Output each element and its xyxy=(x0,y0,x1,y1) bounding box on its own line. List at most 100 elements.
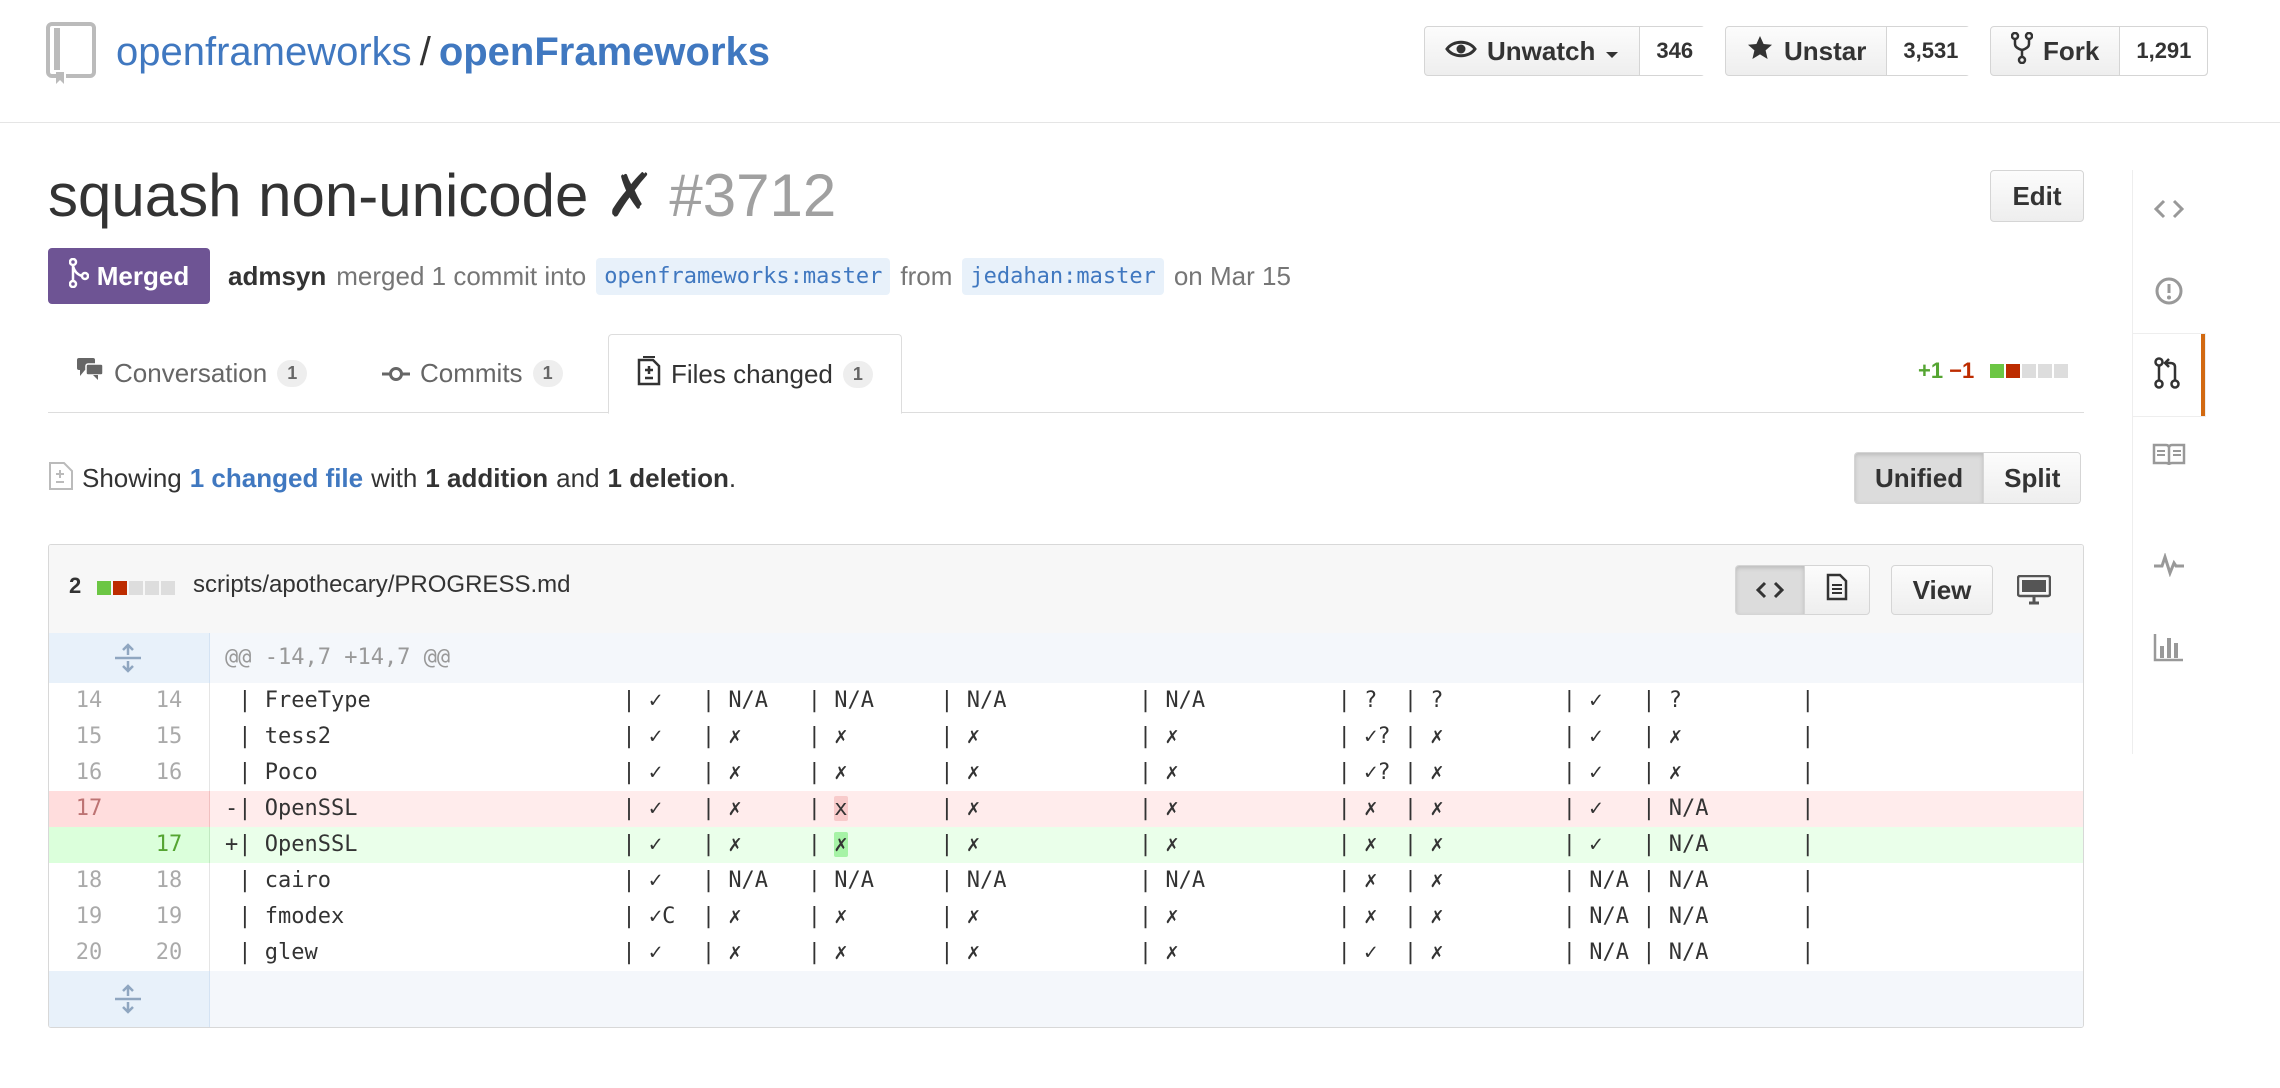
page-title: squash non-unicode ✗ #3712 xyxy=(48,160,836,232)
summary-deletions: 1 deletion xyxy=(607,462,729,493)
rich-view-button[interactable] xyxy=(1804,565,1870,615)
summary-and: and xyxy=(556,462,600,493)
tab-files-changed-label: Files changed xyxy=(671,358,833,389)
new-line-number[interactable]: 17 xyxy=(129,827,209,863)
expand-down-row xyxy=(49,971,2083,1027)
diff-line-code-post: | ✗ | ✗ | ✗ | ✗ | ✓ | N/A | xyxy=(847,796,1815,821)
pull-request-icon xyxy=(2154,356,2180,394)
unified-view-button[interactable]: Unified xyxy=(1855,453,1985,503)
diff-line-code: | Poco | ✓ | ✗ | ✗ | ✗ | ✗ | ✓? | ✗ | ✓ … xyxy=(225,760,1815,785)
old-line-number[interactable]: 20 xyxy=(49,935,129,971)
new-line-number[interactable] xyxy=(129,791,209,827)
head-branch[interactable]: jedahan:master xyxy=(962,257,1164,295)
hunk-header-row: @@ -14,7 +14,7 @@ xyxy=(49,633,2083,683)
expand-down-gutter[interactable] xyxy=(49,971,210,1027)
merge-date: on Mar 15 xyxy=(1173,260,1291,291)
git-merge-icon xyxy=(68,257,90,295)
from-text: from xyxy=(900,260,953,291)
tab-commits-label: Commits xyxy=(420,357,523,388)
old-line-number[interactable] xyxy=(49,827,129,863)
diff-line-code: -| OpenSSL | ✓ | ✗ | x | ✗ | ✗ | ✗ | ✗ |… xyxy=(225,791,1814,827)
old-line-number[interactable]: 16 xyxy=(49,755,129,791)
repo-path: openframeworks / openFrameworks xyxy=(116,28,770,76)
repo-nav-code[interactable] xyxy=(2133,170,2205,252)
base-branch[interactable]: openframeworks:master xyxy=(596,257,891,295)
file-text-icon xyxy=(1826,573,1848,608)
forks-count[interactable]: 1,291 xyxy=(2120,27,2208,75)
diff-line-code: | FreeType | ✓ | N/A | N/A | N/A | N/A |… xyxy=(225,688,1815,713)
diff-line: 18 18 | cairo | ✓ | N/A | N/A | N/A | N/… xyxy=(49,863,2083,899)
old-line-number[interactable]: 17 xyxy=(49,791,129,827)
new-line-number[interactable]: 20 xyxy=(129,935,209,971)
changed-files-link[interactable]: 1 changed file xyxy=(190,463,363,494)
repo-nav-wiki[interactable] xyxy=(2133,416,2205,498)
eye-icon xyxy=(1445,36,1477,67)
unstar-button[interactable]: Unstar xyxy=(1726,27,1888,75)
star-button-group: Unstar 3,531 xyxy=(1725,26,1975,76)
issue-icon xyxy=(2154,276,2184,311)
tab-commits-counter: 1 xyxy=(532,359,563,387)
summary-with: with xyxy=(371,462,418,493)
unwatch-button[interactable]: Unwatch xyxy=(1425,27,1641,75)
old-line-number[interactable]: 18 xyxy=(49,863,129,899)
book-icon xyxy=(2152,443,2186,472)
split-view-button[interactable]: Split xyxy=(1984,453,2081,503)
tab-conversation[interactable]: Conversation 1 xyxy=(76,334,308,412)
stargazers-count[interactable]: 3,531 xyxy=(1887,27,1975,75)
old-line-number[interactable]: 15 xyxy=(49,719,129,755)
source-view-button[interactable] xyxy=(1735,565,1805,615)
diff-line-code: | glew | ✓ | ✗ | ✗ | ✗ | ✗ | ✓ | ✗ | N/A… xyxy=(225,940,1815,965)
old-line-number[interactable]: 14 xyxy=(49,683,129,719)
file-diff-icon xyxy=(637,355,661,393)
repo-name-link[interactable]: openFrameworks xyxy=(439,30,770,74)
file-header: 2 scripts/apothecary/PROGRESS.md View xyxy=(49,545,2083,634)
tab-commits[interactable]: Commits 1 xyxy=(382,334,563,412)
new-line-number[interactable]: 15 xyxy=(129,719,209,755)
diff-line-code: | fmodex | ✓C | ✗ | ✗ | ✗ | ✗ | ✗ | ✗ | … xyxy=(225,904,1815,929)
code-icon xyxy=(1755,575,1785,606)
watch-button-group: Unwatch 346 xyxy=(1424,26,1710,76)
repo-nav-pull-requests[interactable] xyxy=(2133,334,2205,416)
fork-button[interactable]: Fork xyxy=(1991,27,2121,75)
new-line-number[interactable]: 16 xyxy=(129,755,209,791)
desktop-icon[interactable] xyxy=(2016,574,2052,610)
diff-line: 15 15 | tess2 | ✓ | ✗ | ✗ | ✗ | ✗ | ✓? |… xyxy=(49,719,2083,755)
diff-line-code: +| OpenSSL | ✓ | ✗ | ✗ | ✗ | ✗ | ✗ | ✗ |… xyxy=(225,827,1814,863)
tab-files-changed[interactable]: Files changed 1 xyxy=(608,334,902,414)
diffstat-deletions: −1 xyxy=(1949,358,1975,383)
file-path[interactable]: scripts/apothecary/PROGRESS.md xyxy=(193,571,570,599)
repo-header: openframeworks / openFrameworks Unwatch 34… xyxy=(0,0,2280,123)
repo-nav-rail xyxy=(2132,170,2205,754)
diff-summary: Showing 1 changed file with 1 addition a… xyxy=(48,458,736,498)
fork-label: Fork xyxy=(2043,35,2100,66)
repo-icon xyxy=(46,22,96,86)
repo-nav-graphs[interactable] xyxy=(2133,608,2205,690)
pr-title-text: squash non-unicode ✗ xyxy=(48,162,656,229)
old-line-number[interactable]: 19 xyxy=(49,899,129,935)
watchers-count[interactable]: 346 xyxy=(1640,27,1710,75)
diff-line: 16 16 | Poco | ✓ | ✗ | ✗ | ✗ | ✗ | ✓? | … xyxy=(49,755,2083,791)
view-file-button[interactable]: View xyxy=(1891,565,1993,615)
edit-title-button[interactable]: Edit xyxy=(1990,170,2084,222)
fork-button-group: Fork 1,291 xyxy=(1990,26,2208,76)
added-word-highlight: ✗ xyxy=(834,832,848,857)
new-line-number[interactable]: 14 xyxy=(129,683,209,719)
commit-icon xyxy=(382,358,410,389)
expand-icon xyxy=(113,643,143,678)
new-line-number[interactable]: 18 xyxy=(129,863,209,899)
pulse-icon xyxy=(2153,551,2185,582)
tab-conversation-label: Conversation xyxy=(114,357,268,388)
repo-path-separator: / xyxy=(419,30,431,74)
new-line-number[interactable]: 19 xyxy=(129,899,209,935)
comment-icon xyxy=(76,357,104,390)
repo-nav-pulse[interactable] xyxy=(2133,526,2205,608)
file-change-count: 2 xyxy=(69,573,82,598)
author-link[interactable]: admsyn xyxy=(228,261,326,292)
expand-up-gutter[interactable] xyxy=(49,633,210,683)
repo-nav-issues[interactable] xyxy=(2133,252,2205,334)
diffstat-additions: +1 xyxy=(1918,358,1944,383)
fork-icon xyxy=(2010,31,2034,71)
repo-owner-link[interactable]: openframeworks xyxy=(116,30,412,74)
code-icon xyxy=(2153,199,2185,224)
summary-period: . xyxy=(728,462,737,493)
